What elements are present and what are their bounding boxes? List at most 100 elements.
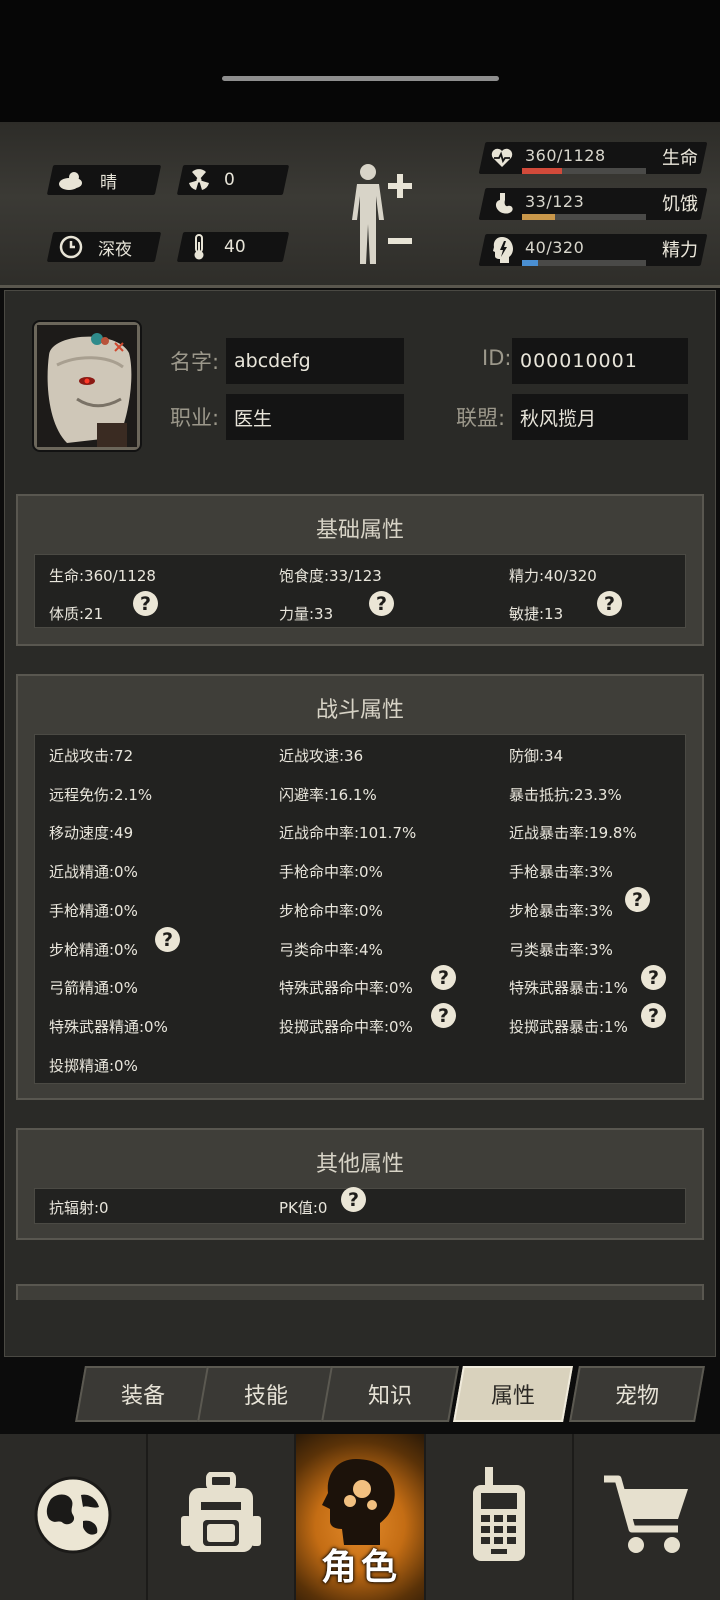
character-head-icon — [320, 1455, 400, 1551]
basic-attributes-list: 生命:360/1128 饱食度:33/123 精力:40/320 体质:21 力… — [34, 554, 686, 628]
temperature-text: 40 — [224, 237, 246, 257]
next-section-edge — [16, 1284, 704, 1300]
combat-attr-24: 投掷精通:0% — [49, 1056, 138, 1075]
combat-attr-7: 近战命中率:101.7% — [279, 824, 417, 843]
help-icon-strength[interactable]: ? — [369, 591, 394, 616]
combat-attr-18: 弓箭精通:0% — [49, 979, 138, 998]
plus-icon[interactable] — [388, 174, 412, 198]
help-icon-constitution[interactable]: ? — [133, 591, 158, 616]
alliance-label: 联盟: — [456, 406, 506, 430]
combat-attributes-section: 战斗属性 投掷精通:0% 投掷武器暴击:1% 投掷武器命中率:0% 特殊武器精通:0%… — [16, 674, 704, 1100]
combat-attr-21: 特殊武器精通:0% — [49, 1017, 168, 1036]
name-label: 名字: — [170, 350, 220, 374]
nav-world-map[interactable] — [0, 1434, 148, 1600]
hunger-label: 饥饿 — [662, 194, 698, 215]
weather-text: 晴 — [100, 172, 117, 193]
body-status-icon[interactable] — [348, 162, 388, 266]
alliance-field: 秋风揽月 — [512, 394, 688, 440]
combat-attr-15: 步枪精通:0% — [49, 940, 138, 959]
health-value: 360/1128 — [525, 146, 606, 165]
help-icon-pk[interactable]: ? — [341, 1187, 366, 1212]
hunger-bar-fill — [522, 214, 556, 220]
energy-value: 40/320 — [525, 238, 585, 257]
combat-attributes-list: 投掷精通:0% 投掷武器暴击:1% 投掷武器命中率:0% 特殊武器精通:0% 特殊武器暴… — [34, 734, 686, 1084]
walkie-talkie-icon — [469, 1467, 529, 1567]
nav-backpack[interactable] — [148, 1434, 296, 1600]
minus-icon[interactable] — [388, 238, 412, 244]
combat-attr-19: 特殊武器命中率:0% — [279, 979, 413, 998]
backpack-icon — [181, 1471, 261, 1562]
help-icon-agility[interactable]: ? — [597, 591, 622, 616]
other-attributes-section: 其他属性 抗辐射:0 PK值:0 ? — [16, 1128, 704, 1240]
id-field: 000010001 — [512, 338, 688, 384]
attr-hp: 生命:360/1128 — [49, 567, 156, 585]
help-icon-rifle-crit[interactable]: ? — [625, 887, 650, 912]
health-bar-fill — [522, 168, 562, 174]
tab-attributes[interactable]: 属性 — [458, 1366, 568, 1422]
tab-skills[interactable]: 技能 — [202, 1366, 330, 1422]
globe-icon — [33, 1475, 113, 1559]
shopping-cart-icon — [602, 1473, 692, 1561]
tab-knowledge[interactable]: 知识 — [326, 1366, 454, 1422]
attr-strength: 力量:33 — [279, 605, 334, 623]
tab-equipment[interactable]: 装备 — [80, 1366, 206, 1422]
combat-attr-20: 特殊武器暴击:1% — [509, 979, 628, 998]
job-field: 医生 — [226, 394, 404, 440]
thermometer-icon — [186, 234, 212, 260]
combat-attr-9: 近战精通:0% — [49, 863, 138, 882]
combat-attr-22: 投掷武器命中率:0% — [279, 1017, 413, 1036]
time-text: 深夜 — [98, 239, 132, 260]
combat-attr-16: 弓类命中率:4% — [279, 940, 383, 959]
attr-constitution: 体质:21 — [49, 605, 104, 623]
help-icon-rifle-mastery[interactable]: ? — [155, 927, 180, 952]
basic-attributes-section: 基础属性 生命:360/1128 饱食度:33/123 精力:40/320 体质… — [16, 494, 704, 646]
energy-bar-fill — [522, 260, 538, 266]
other-attributes-title: 其他属性 — [315, 1152, 404, 1177]
masked-character-icon — [37, 325, 137, 447]
nav-shop[interactable] — [574, 1434, 720, 1600]
cloud-sun-icon — [58, 167, 84, 193]
radiation-text: 0 — [224, 170, 235, 190]
energy-label: 精力 — [662, 240, 698, 261]
combat-attr-8: 近战暴击率:19.8% — [509, 824, 637, 843]
heart-pulse-icon — [490, 146, 514, 170]
combat-attr-13: 步枪命中率:0% — [279, 901, 383, 920]
health-bar — [522, 168, 646, 174]
help-icon-throw-crit[interactable]: ? — [641, 1003, 666, 1028]
job-label: 职业: — [170, 406, 220, 430]
combat-attr-14: 步枪暴击率:3% — [509, 901, 613, 920]
combat-attr-11: 手枪暴击率:3% — [509, 863, 613, 882]
stomach-icon — [492, 192, 514, 216]
head-lightning-icon — [492, 236, 514, 264]
attr-radiation-resist: 抗辐射:0 — [49, 1199, 109, 1217]
basic-attributes-title: 基础属性 — [315, 518, 404, 543]
attr-pk-value: PK值:0 — [279, 1199, 328, 1217]
combat-attr-1: 近战攻速:36 — [279, 747, 364, 765]
temperature-chip: 40 — [186, 232, 246, 262]
combat-attr-6: 移动速度:49 — [49, 824, 134, 843]
character-avatar[interactable] — [34, 322, 140, 450]
other-attributes-list: 抗辐射:0 PK值:0 ? — [34, 1187, 686, 1224]
combat-attr-10: 手枪命中率:0% — [279, 863, 383, 882]
combat-attr-12: 手枪精通:0% — [49, 901, 138, 920]
energy-bar — [522, 260, 646, 266]
tab-pets[interactable]: 宠物 — [574, 1366, 700, 1422]
name-field: abcdefg — [226, 338, 404, 384]
home-indicator[interactable] — [222, 76, 499, 81]
radiation-chip: 0 — [186, 165, 235, 195]
combat-attr-23: 投掷武器暴击:1% — [509, 1017, 628, 1036]
id-label: ID: — [482, 346, 512, 370]
attr-satiety: 饱食度:33/123 — [279, 567, 382, 585]
time-chip: 深夜 — [58, 232, 132, 262]
help-icon-special-hit[interactable]: ? — [431, 965, 456, 990]
radiation-icon — [186, 167, 212, 193]
combat-attr-5: 暴击抵抗:23.3% — [509, 785, 622, 804]
weather-chip: 晴 — [58, 165, 117, 195]
nav-radio[interactable] — [426, 1434, 574, 1600]
combat-attr-2: 防御:34 — [509, 747, 564, 765]
hunger-value: 33/123 — [525, 192, 585, 211]
attr-agility: 敏捷:13 — [509, 605, 564, 623]
help-icon-throw-hit[interactable]: ? — [431, 1003, 456, 1028]
help-icon-special-crit[interactable]: ? — [641, 965, 666, 990]
combat-attr-3: 远程免伤:2.1% — [49, 785, 153, 804]
